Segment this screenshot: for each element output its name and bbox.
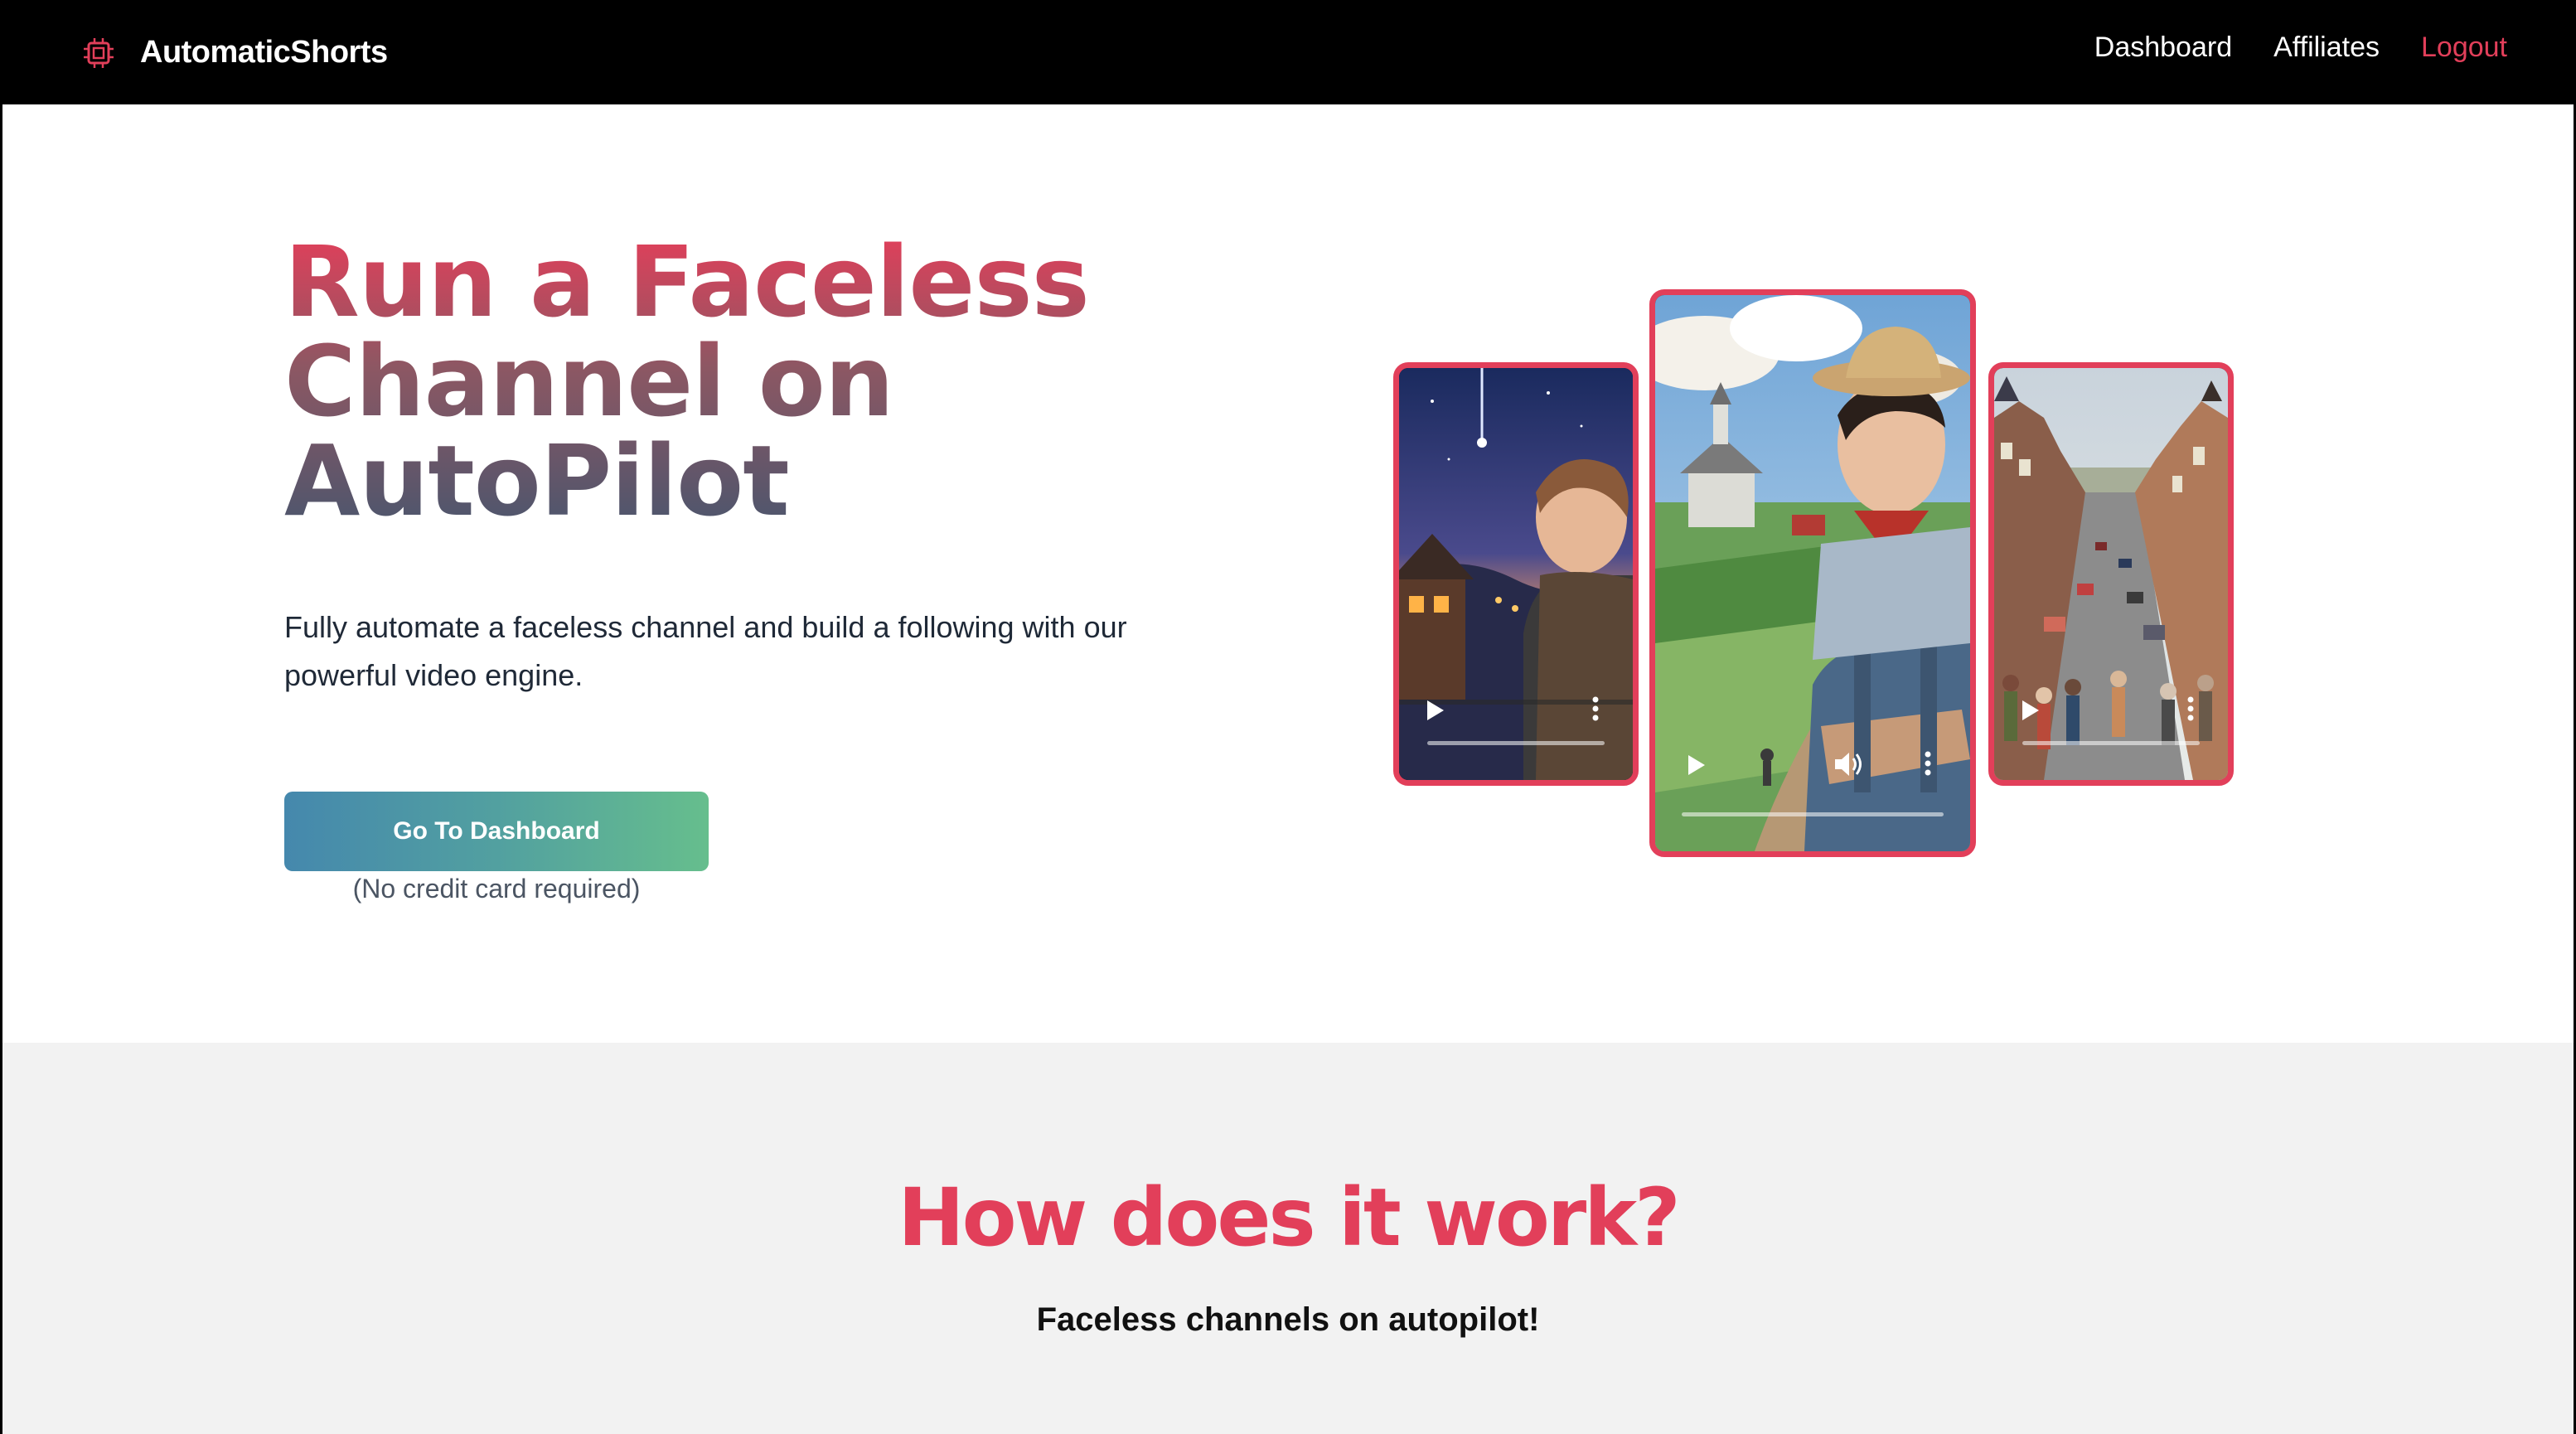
video-card-right[interactable] [1988,362,2234,786]
hero-subtitle: Fully automate a faceless channel and bu… [284,610,1127,692]
cta-note: (No credit card required) [352,874,641,904]
top-navbar: AutomaticShorts Dashboard Affiliates Log… [2,0,2574,104]
play-icon[interactable] [1426,699,1445,722]
video-progress-bar[interactable] [2022,741,2200,745]
play-icon[interactable] [2021,699,2041,722]
video-progress-bar[interactable] [1682,812,1944,816]
hero-title-line: AutoPilot [284,424,789,538]
how-it-works-subtitle: Faceless channels on autopilot! [1036,1301,1540,1338]
video-progress-bar[interactable] [1427,741,1605,745]
more-icon[interactable] [2186,695,2195,722]
go-to-dashboard-button[interactable]: Go To Dashboard [284,792,709,871]
video-controls [1994,681,2228,780]
video-card-center[interactable] [1649,289,1976,857]
nav-link-affiliates[interactable]: Affiliates [2273,31,2380,64]
chip-icon [84,37,114,68]
hero-title: Run a Faceless Channel on AutoPilot [284,232,1113,530]
brand[interactable]: AutomaticShorts [82,35,388,70]
volume-icon[interactable] [1833,750,1865,778]
how-it-works-section: How does it work? Faceless channels on a… [2,1043,2574,1434]
play-icon[interactable] [1687,753,1707,777]
video-card-left[interactable] [1393,362,1639,786]
page: AutomaticShorts Dashboard Affiliates Log… [0,0,2576,1434]
how-it-works-title: How does it work? [898,1171,1680,1264]
nav-link-dashboard[interactable]: Dashboard [2094,31,2232,64]
brand-name: AutomaticShorts [140,35,388,70]
more-icon[interactable] [1591,695,1600,722]
hero-title-line: Channel on [284,324,893,438]
hero-title-line: Run a Faceless [284,225,1089,339]
more-icon[interactable] [1924,750,1932,777]
video-controls [1399,681,1633,780]
nav-link-logout[interactable]: Logout [2421,31,2507,64]
nav-links: Dashboard Affiliates Logout [2094,31,2507,64]
video-controls [1655,750,1970,851]
